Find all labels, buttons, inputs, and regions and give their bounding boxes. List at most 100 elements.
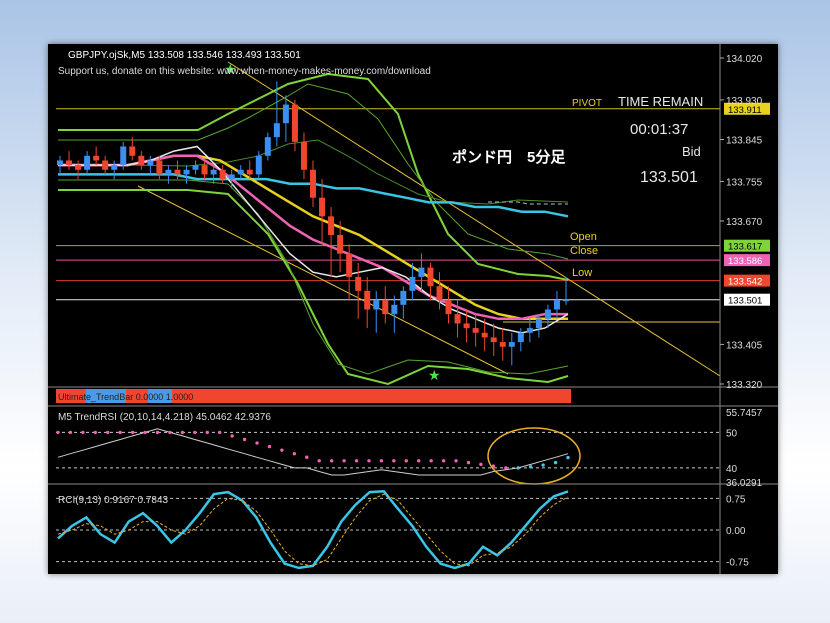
candle-body <box>337 234 344 254</box>
rsi-signal-dot <box>479 462 483 467</box>
rsi-signal-dot <box>566 455 570 460</box>
candle-body <box>129 146 136 156</box>
bid-label: Bid <box>682 144 701 159</box>
candle-body <box>382 300 389 315</box>
price-axis-label: 133.320 <box>726 380 763 391</box>
rsi-axis-label: 36.0291 <box>726 478 763 489</box>
rsi-signal-dot <box>528 465 533 469</box>
rsi-signal-dot <box>317 459 321 463</box>
star-marker-icon: ★ <box>428 368 441 384</box>
rsi-signal-dot <box>193 430 197 435</box>
rci-axis-label: 0.75 <box>726 494 746 505</box>
rsi-signal-dot <box>267 444 272 449</box>
candle-body <box>111 165 118 170</box>
candle-body <box>255 155 262 175</box>
rsi-signal-dot <box>354 459 359 463</box>
rsi-signal-dot <box>130 430 135 435</box>
candle-body <box>535 318 542 329</box>
close-label: Close <box>570 245 598 257</box>
chart-window[interactable]: ★ ★ Ultimate_TrendBar 0.0000 1.0000 M5 Tre… <box>48 44 778 574</box>
candle-body <box>201 165 208 175</box>
candle-body <box>93 155 100 161</box>
rci-axis-label: 0.00 <box>726 526 746 537</box>
rsi-signal-dot <box>305 455 309 459</box>
rsi-axis-label: 50 <box>726 428 738 439</box>
candle-body <box>183 169 190 175</box>
candle-body <box>120 146 127 166</box>
candle-body <box>282 104 289 124</box>
rsi-signal-dot <box>93 430 98 435</box>
candle-body <box>246 169 253 175</box>
candle-body <box>192 165 199 170</box>
candle-body <box>75 165 82 170</box>
rsi-signal-dot <box>81 430 85 435</box>
rsi-signal-dot <box>404 459 408 463</box>
price-axis-label: 133.670 <box>726 217 763 228</box>
candle-body <box>264 137 271 156</box>
candle-body <box>57 160 63 166</box>
price-axis-label: 133.845 <box>726 136 763 147</box>
candle-body <box>454 314 461 324</box>
rsi-signal-dot <box>56 430 60 435</box>
candle-body <box>373 300 380 310</box>
candle-body <box>310 169 316 198</box>
rsi-signal-dot <box>218 430 222 435</box>
rsi-signal-dot <box>255 441 259 445</box>
rsi-signal-dot <box>429 459 433 463</box>
rsi-signal-dot <box>106 430 110 435</box>
candle-body <box>391 304 398 315</box>
annotation-text: ポンド円 5分足 <box>452 148 566 166</box>
candle-body <box>237 169 244 175</box>
rsi-signal-dot <box>68 430 73 435</box>
envelope-band <box>58 189 569 386</box>
trend-bar-label: Ultimate_TrendBar 0.0000 1.0000 <box>58 392 193 402</box>
candle-body <box>481 332 488 338</box>
candle-body <box>319 197 326 217</box>
candle-body <box>219 169 226 180</box>
candle-body <box>364 290 371 310</box>
candle-body <box>210 169 217 175</box>
time-remain-label: TIME REMAIN <box>618 94 703 109</box>
rsi-signal-dot <box>367 459 371 463</box>
price-axis-label: 134.020 <box>726 54 763 65</box>
pivot-label: PIVOT <box>572 98 602 109</box>
rsi-signal-dot <box>329 459 334 463</box>
bid-value: 133.501 <box>640 169 698 186</box>
candle-body <box>427 267 434 287</box>
rsi-signal-dot <box>342 459 346 463</box>
candle-body <box>517 332 524 343</box>
rsi-signal-dot <box>392 459 396 463</box>
candle-body <box>102 160 109 170</box>
rsi-label: M5 TrendRSI (20,10,14,4.218) 45.0462 42.… <box>58 412 271 423</box>
rsi-axis-label: 40 <box>726 464 738 475</box>
candle-body <box>409 276 416 291</box>
highlight-circle <box>487 427 581 485</box>
candle-body <box>526 328 533 333</box>
rsi-signal-dot <box>230 434 234 438</box>
candle-body <box>463 323 470 329</box>
candle-body <box>138 155 145 166</box>
candle-body <box>328 216 335 235</box>
rci-label: RCI(9,13) 0.9167 0.7843 <box>58 495 169 506</box>
rsi-signal-dot <box>417 459 421 463</box>
candle-body <box>147 160 154 166</box>
chart-canvas[interactable]: ★★ Ultimate_TrendBar 0.0000 1.0000M5 Tre… <box>48 44 778 574</box>
rsi-signal-dot <box>454 459 458 463</box>
candle-body <box>418 267 425 277</box>
rsi-signal-dot <box>553 460 558 465</box>
rsi-signal-dot <box>143 430 147 435</box>
rsi-signal-dot <box>205 430 209 435</box>
rsi-signal-dot <box>155 430 160 435</box>
candle-body <box>508 342 515 347</box>
candle-body <box>291 104 298 142</box>
low-label: Low <box>572 267 592 279</box>
candle-body <box>563 299 569 302</box>
candle-body <box>228 174 235 180</box>
candle-body <box>355 276 362 291</box>
candle-body <box>273 123 280 138</box>
rsi-signal-dot <box>516 466 520 470</box>
price-tag-label: 133.542 <box>728 277 762 288</box>
envelope-band <box>58 179 569 375</box>
rsi-signal-dot <box>466 460 471 465</box>
rsi-signal-dot <box>379 459 384 463</box>
